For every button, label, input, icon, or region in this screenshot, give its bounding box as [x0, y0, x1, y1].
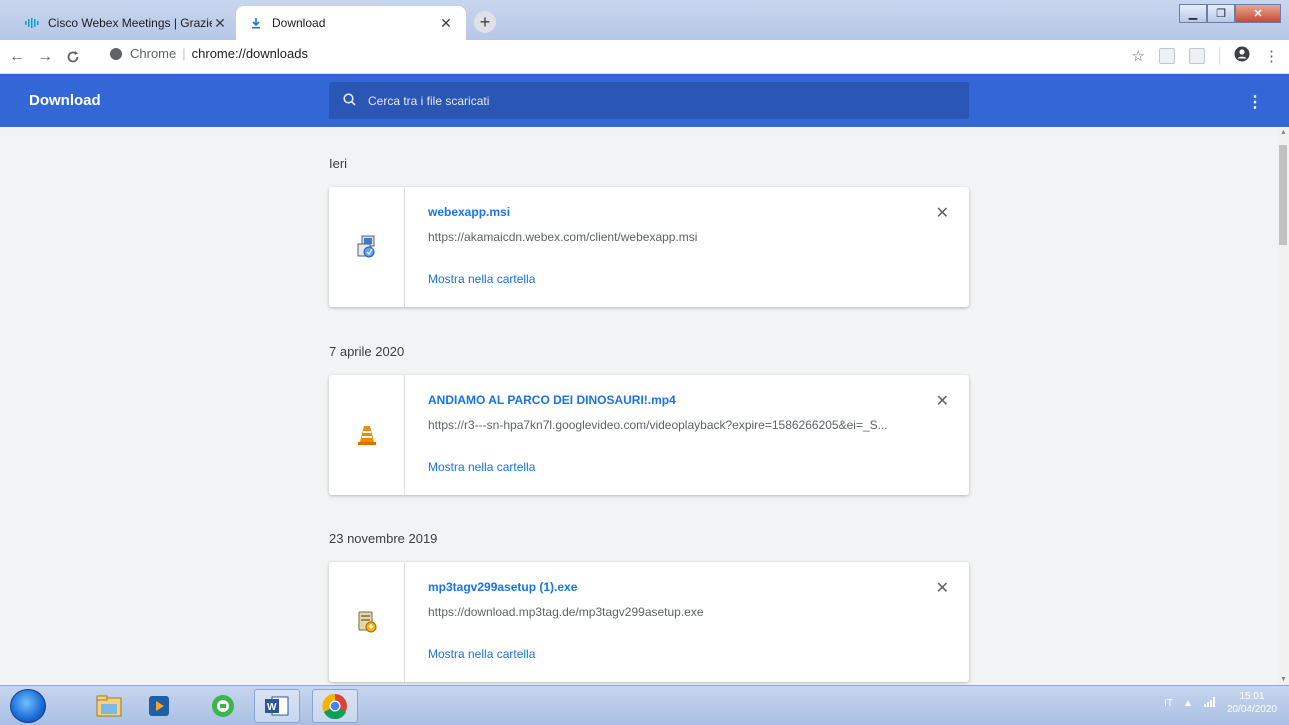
- close-icon[interactable]: ✕: [438, 15, 454, 31]
- search-icon: [343, 92, 356, 109]
- window-close-button[interactable]: ✕: [1235, 4, 1281, 23]
- close-icon[interactable]: ✕: [212, 15, 228, 31]
- extension-icon[interactable]: [1159, 48, 1175, 64]
- word-icon[interactable]: W: [254, 689, 300, 723]
- show-in-folder-link[interactable]: Mostra nella cartella: [428, 272, 535, 286]
- reload-button[interactable]: [62, 46, 84, 68]
- chrome-icon: [110, 47, 122, 60]
- network-icon[interactable]: [1203, 696, 1217, 711]
- file-explorer-icon[interactable]: [86, 689, 132, 723]
- cisco-icon: [24, 15, 40, 31]
- browser-toolbar: ← → Chrome | chrome://downloads ☆ ⋮: [0, 40, 1289, 74]
- downloads-list: Ieri webexapp.msi https://akamaicdn.webe…: [0, 127, 1277, 685]
- address-bar[interactable]: Chrome | chrome://downloads: [110, 46, 308, 61]
- page-title: Download: [29, 92, 101, 109]
- download-item: webexapp.msi https://akamaicdn.webex.com…: [329, 187, 969, 307]
- maximize-button[interactable]: ❐: [1207, 4, 1235, 23]
- file-name-link[interactable]: webexapp.msi: [428, 205, 510, 219]
- scheme-label: Chrome: [130, 46, 177, 61]
- back-button[interactable]: ←: [6, 46, 28, 68]
- download-item: ANDIAMO AL PARCO DEI DINOSAURI!.mp4 http…: [329, 375, 969, 495]
- download-item: mp3tagv299asetup (1).exe https://downloa…: [329, 562, 969, 682]
- scroll-thumb[interactable]: [1279, 145, 1287, 245]
- more-options-icon[interactable]: ⋮: [1247, 92, 1263, 112]
- new-tab-button[interactable]: +: [474, 11, 496, 33]
- vertical-scrollbar[interactable]: ▲ ▼: [1277, 127, 1289, 685]
- start-button[interactable]: [10, 689, 46, 723]
- download-icon: [248, 15, 264, 31]
- vlc-cone-icon: [329, 375, 405, 495]
- date-header: 7 aprile 2020: [329, 344, 405, 359]
- forward-button[interactable]: →: [34, 46, 56, 68]
- clock-date: 20/04/2020: [1226, 704, 1277, 715]
- green-app-icon[interactable]: [200, 689, 246, 723]
- remove-icon[interactable]: ✕: [936, 391, 949, 411]
- show-in-folder-link[interactable]: Mostra nella cartella: [428, 647, 535, 661]
- language-indicator[interactable]: IT: [1164, 698, 1173, 709]
- file-url[interactable]: https://download.mp3tag.de/mp3tagv299ase…: [428, 605, 704, 619]
- date-header: Ieri: [329, 156, 348, 171]
- window-controls: ▁ ❐ ✕: [1179, 4, 1281, 23]
- system-tray: IT ▲ 15:01 20/04/2020: [1164, 690, 1277, 716]
- show-in-folder-link[interactable]: Mostra nella cartella: [428, 460, 535, 474]
- tab-download[interactable]: Download ✕: [236, 6, 466, 40]
- windows-taskbar: W IT ▲ 15:01 20/04/2020: [0, 685, 1289, 725]
- clock[interactable]: 15:01 20/04/2020: [1227, 690, 1277, 716]
- toolbar-divider: [1219, 47, 1220, 65]
- clock-time: 15:01: [1239, 691, 1265, 702]
- tab-title: Download: [272, 16, 326, 30]
- chrome-taskbar-icon[interactable]: [312, 689, 358, 723]
- tab-title: Cisco Webex Meetings | Grazie: [48, 16, 212, 30]
- scroll-down-icon[interactable]: ▼: [1280, 676, 1287, 683]
- pdf-extension-icon[interactable]: [1189, 48, 1205, 64]
- tab-strip: Cisco Webex Meetings | Grazie ✕ Download…: [0, 0, 1289, 40]
- file-url[interactable]: https://akamaicdn.webex.com/client/webex…: [428, 230, 697, 244]
- search-input[interactable]: [368, 93, 928, 108]
- downloads-header: Download ⋮: [0, 74, 1289, 127]
- media-player-icon[interactable]: [136, 689, 182, 723]
- minimize-button[interactable]: ▁: [1179, 4, 1207, 23]
- date-header: 23 novembre 2019: [329, 531, 438, 546]
- file-name-link[interactable]: mp3tagv299asetup (1).exe: [428, 580, 577, 594]
- msi-installer-icon: [329, 187, 405, 307]
- omnibox-separator: |: [182, 46, 186, 61]
- remove-icon[interactable]: ✕: [936, 578, 949, 598]
- reload-icon: [67, 50, 79, 62]
- file-url[interactable]: https://r3---sn-hpa7kn7l.googlevideo.com…: [428, 418, 888, 432]
- scroll-up-icon[interactable]: ▲: [1280, 129, 1287, 136]
- tab-cisco-webex[interactable]: Cisco Webex Meetings | Grazie ✕: [12, 6, 240, 40]
- exe-setup-icon: [329, 562, 405, 682]
- search-box[interactable]: [329, 82, 969, 119]
- tray-expand-icon[interactable]: ▲: [1183, 698, 1193, 709]
- star-icon[interactable]: ☆: [1132, 47, 1145, 65]
- file-name-link[interactable]: ANDIAMO AL PARCO DEI DINOSAURI!.mp4: [428, 393, 676, 407]
- toolbar-actions: ☆ ⋮: [1132, 46, 1279, 66]
- menu-icon[interactable]: ⋮: [1264, 47, 1279, 65]
- remove-icon[interactable]: ✕: [936, 203, 949, 223]
- svg-text:W: W: [267, 702, 277, 713]
- url-text: chrome://downloads: [191, 46, 308, 61]
- profile-icon[interactable]: [1234, 46, 1250, 66]
